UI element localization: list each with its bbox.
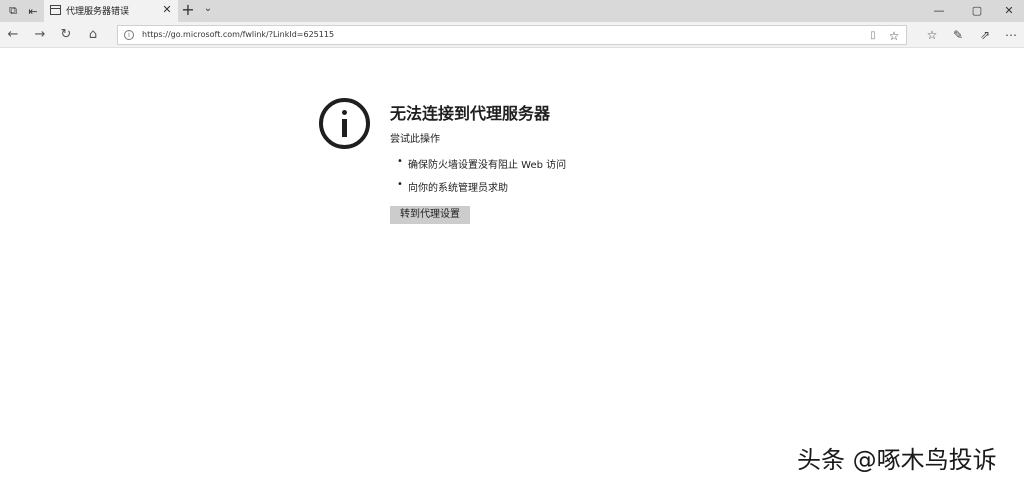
navigation-bar: ← → ↻ ⌂ i https://go.microsoft.com/fwlin… [0, 22, 1024, 48]
list-item: 向你的系统管理员求助 [397, 179, 566, 202]
tab-list-chevron-icon[interactable]: ⌄ [201, 3, 215, 17]
suggestion-list: 确保防火墙设置没有阻止 Web 访问 向你的系统管理员求助 [397, 156, 566, 202]
refresh-icon[interactable]: ↻ [57, 26, 75, 44]
maximize-button[interactable]: ▢ [960, 0, 994, 22]
pen-icon[interactable]: ✎ [950, 27, 966, 43]
error-subtitle: 尝试此操作 [390, 134, 440, 145]
info-icon [319, 98, 370, 149]
title-bar: ⧉ ⇤ 代理服务器错误 ✕ + ⌄ — ▢ ✕ [0, 0, 1024, 22]
proxy-settings-button[interactable]: 转到代理设置 [390, 206, 470, 224]
tab-active[interactable]: 代理服务器错误 ✕ [44, 0, 178, 22]
back-icon[interactable]: ← [4, 26, 22, 44]
more-icon[interactable]: ⋯ [1003, 27, 1019, 43]
forward-icon[interactable]: → [31, 26, 49, 44]
share-icon[interactable]: ⇗ [977, 27, 993, 43]
list-item: 确保防火墙设置没有阻止 Web 访问 [397, 156, 566, 179]
page-favicon-icon [50, 5, 61, 15]
set-aside-tabs-icon[interactable]: ⇤ [25, 3, 41, 19]
new-tab-button[interactable]: + [180, 1, 196, 19]
tab-title: 代理服务器错误 [66, 7, 130, 17]
tab-preview-icon[interactable]: ⧉ [5, 3, 21, 19]
reading-view-icon[interactable]: ▯ [867, 30, 879, 42]
site-info-icon[interactable]: i [124, 30, 134, 40]
minimize-button[interactable]: — [922, 0, 956, 22]
address-url[interactable]: https://go.microsoft.com/fwlink/?LinkId=… [142, 30, 334, 39]
star-icon[interactable]: ☆ [887, 29, 901, 43]
address-bar[interactable]: i https://go.microsoft.com/fwlink/?LinkI… [117, 25, 907, 45]
close-window-button[interactable]: ✕ [992, 0, 1024, 22]
favorites-hub-icon[interactable]: ☆ [924, 27, 940, 43]
home-icon[interactable]: ⌂ [84, 26, 102, 44]
watermark: 头条 @啄木鸟投诉 [797, 446, 997, 474]
error-title: 无法连接到代理服务器 [390, 104, 551, 123]
tab-close-icon[interactable]: ✕ [161, 3, 173, 17]
